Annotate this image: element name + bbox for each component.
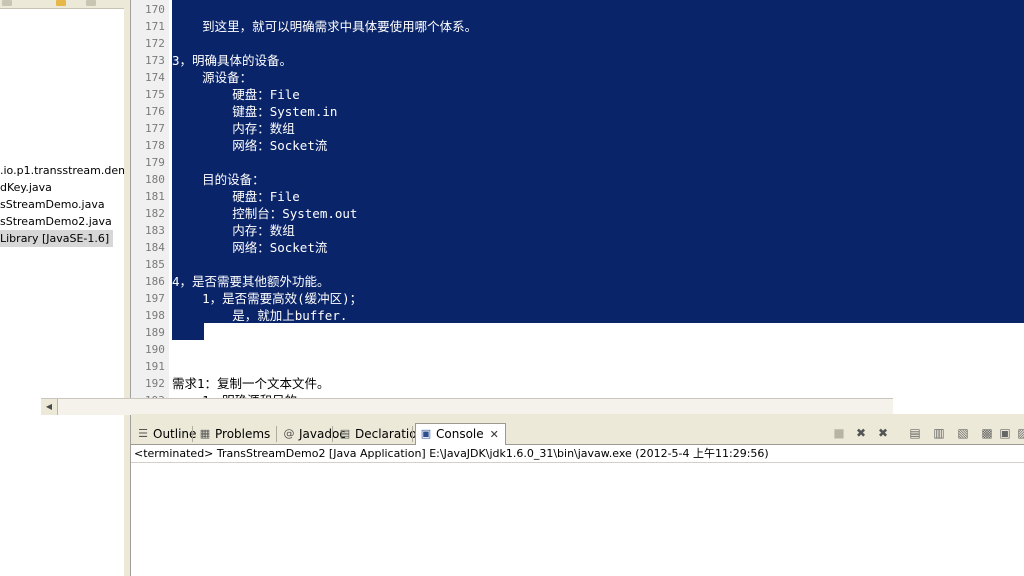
line-number: 170 (145, 3, 165, 16)
tab-separator (332, 426, 333, 442)
view-menu-icon[interactable] (86, 0, 96, 6)
problems-icon: ▦ (199, 427, 211, 440)
tab-declaration[interactable]: ▤ Declaration (335, 424, 424, 444)
package-explorer-toolbar (0, 0, 124, 9)
scroll-lock-icon[interactable]: ▥ (931, 425, 947, 441)
code-line: 4，是否需要其他额外功能。 (172, 274, 330, 289)
left-sash[interactable] (124, 0, 131, 576)
code-line: 硬盘：File (172, 189, 300, 204)
code-line: 网络：Socket流 (172, 240, 328, 255)
package-explorer-item[interactable]: sStreamDemo.java (0, 196, 105, 213)
javadoc-icon: @ (283, 427, 295, 440)
code-line: 目的设备： (172, 172, 265, 187)
code-line: 需求1：复制一个文本文件。 (172, 376, 330, 391)
line-number: 191 (145, 360, 165, 373)
collapse-all-icon[interactable] (2, 0, 12, 6)
tab-separator (276, 426, 277, 442)
package-explorer-item[interactable]: .io.p1.transstream.demo (0, 162, 124, 179)
line-number-ruler: 170 171 172 173 174 175 176 177 178 179 180 181 182 1… (131, 0, 170, 400)
line-number: 178 (145, 139, 165, 152)
link-with-editor-icon[interactable] (56, 0, 66, 6)
line-number: 184 (145, 241, 165, 254)
package-explorer: .io.p1.transstream.demo dKey.java sStreamD… (0, 0, 125, 576)
text-selection-tail (172, 323, 204, 340)
terminate-icon[interactable]: ■ (831, 425, 847, 441)
line-number: 189 (145, 326, 165, 339)
line-number: 175 (145, 88, 165, 101)
line-number: 172 (145, 37, 165, 50)
line-number: 197 (145, 292, 165, 305)
code-line: 内存：数组 (172, 223, 295, 238)
line-number: 183 (145, 224, 165, 237)
tab-console[interactable]: ▣ Console ✕ (415, 423, 506, 445)
line-number: 179 (145, 156, 165, 169)
open-console-icon[interactable]: ▨ (1015, 425, 1024, 441)
clear-console-icon[interactable]: ▤ (907, 425, 923, 441)
close-icon[interactable]: ✕ (490, 425, 499, 445)
tab-label: Declaration (355, 427, 425, 441)
tab-label: Outline (153, 427, 197, 441)
remove-launch-icon[interactable]: ✖ (853, 425, 869, 441)
tab-label: Console (436, 427, 484, 441)
code-line: 是，就加上buffer. (172, 308, 348, 323)
line-number: 181 (145, 190, 165, 203)
code-line: 网络：Socket流 (172, 138, 328, 153)
line-number: 177 (145, 122, 165, 135)
line-number: 176 (145, 105, 165, 118)
code-line: 控制台：System.out (172, 206, 358, 221)
code-line: 3，明确具体的设备。 (172, 53, 293, 68)
declaration-icon: ▤ (339, 427, 351, 440)
line-number: 185 (145, 258, 165, 271)
line-number: 198 (145, 309, 165, 322)
console-output[interactable] (131, 464, 1024, 576)
package-explorer-item[interactable]: dKey.java (0, 179, 52, 196)
tab-outline[interactable]: ☰ Outline (133, 424, 196, 444)
package-explorer-item[interactable]: Library [JavaSE-1.6] (0, 230, 114, 247)
line-number: 192 (145, 377, 165, 390)
remove-all-terminated-icon[interactable]: ✖ (875, 425, 891, 441)
tab-separator (412, 426, 413, 442)
package-explorer-item[interactable]: sStreamDemo2.java (0, 213, 112, 230)
code-line: 内存：数组 (172, 121, 295, 136)
text-editor[interactable]: 170 171 172 173 174 175 176 177 178 179 180 181 182 1… (131, 0, 1024, 400)
code-line: 硬盘：File (172, 87, 300, 102)
line-number: 174 (145, 71, 165, 84)
line-number: 171 (145, 20, 165, 33)
editor-horizontal-scrollbar[interactable]: ◀ (41, 398, 893, 415)
code-line: 源设备： (172, 70, 253, 85)
code-line: 1，是否需要高效(缓冲区)； (172, 291, 363, 306)
word-wrap-icon[interactable]: ▧ (955, 425, 971, 441)
console-status-label: <terminated> TransStreamDemo2 [Java Appl… (131, 445, 1024, 463)
line-number: 180 (145, 173, 165, 186)
line-number: 190 (145, 343, 165, 356)
line-number: 173 (145, 54, 165, 67)
scroll-left-icon[interactable]: ◀ (41, 399, 58, 415)
editor-text-area[interactable]: 到这里，就可以明确需求中具体要使用哪个体系。 3，明确具体的设备。 源设备： 硬盘… (172, 0, 1024, 400)
tab-label: Problems (215, 427, 271, 441)
display-selected-console-icon[interactable]: ▣ (997, 425, 1013, 441)
code-line: 到这里，就可以明确需求中具体要使用哪个体系。 (172, 19, 478, 34)
line-number: 186 (145, 275, 165, 288)
line-number: 182 (145, 207, 165, 220)
tab-separator (192, 426, 193, 442)
code-line: 键盘：System.in (172, 104, 338, 119)
console-icon: ▣ (420, 427, 432, 440)
pin-console-icon[interactable]: ▩ (979, 425, 995, 441)
tab-problems[interactable]: ▦ Problems (195, 424, 271, 444)
bottom-view-tabs: ☰ Outline ▦ Problems @ Javadoc ▤ Declaration ▣ Co… (131, 422, 1024, 445)
outline-icon: ☰ (138, 427, 148, 440)
